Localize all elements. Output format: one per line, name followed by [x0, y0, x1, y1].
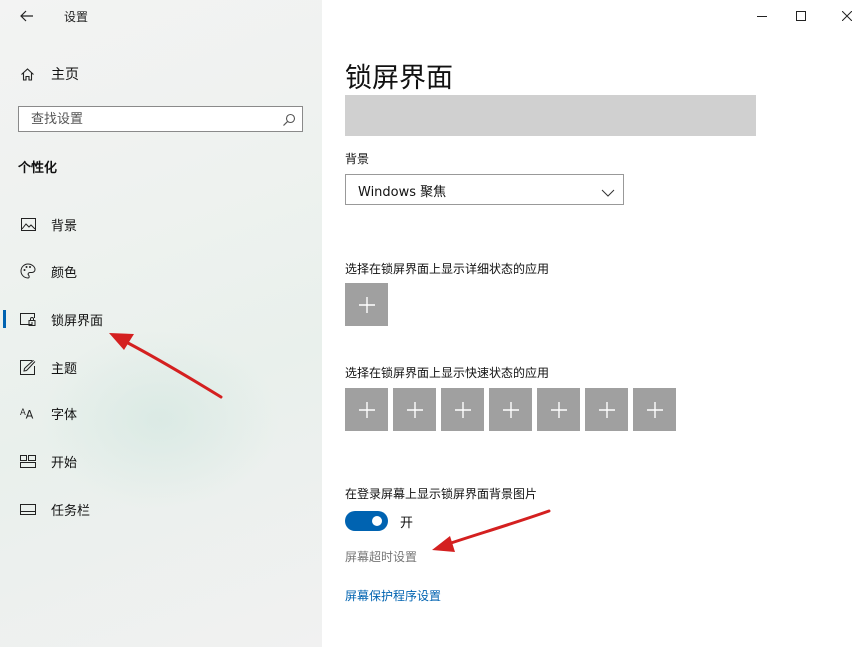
plus-icon — [646, 401, 663, 418]
theme-brush-icon — [20, 359, 36, 375]
selection-indicator — [3, 310, 6, 328]
plus-icon — [406, 401, 423, 418]
toggle-knob — [372, 516, 382, 526]
start-menu-icon — [20, 453, 36, 469]
svg-text:A: A — [26, 408, 34, 419]
background-dropdown[interactable]: Windows 聚焦 — [345, 174, 624, 205]
quick-status-app-button-5[interactable] — [537, 388, 580, 431]
sidebar-item-lock-screen[interactable]: 锁屏界面 — [0, 304, 322, 334]
minimize-icon — [757, 16, 767, 17]
sidebar-item-home[interactable]: 主页 — [18, 63, 79, 85]
signin-background-toggle[interactable] — [345, 511, 388, 531]
sidebar-item-background[interactable]: 背景 — [0, 209, 322, 239]
background-dropdown-value: Windows 聚焦 — [358, 185, 447, 200]
sidebar-item-label: 任务栏 — [51, 504, 91, 519]
signin-background-label: 在登录屏幕上显示锁屏界面背景图片 — [345, 487, 538, 501]
font-icon: A A — [20, 405, 36, 421]
detailed-status-app-button[interactable] — [345, 283, 388, 326]
sidebar-item-fonts[interactable]: A A 字体 — [0, 398, 322, 428]
screensaver-settings-link[interactable]: 屏幕保护程序设置 — [345, 587, 441, 604]
background-label: 背景 — [345, 152, 370, 166]
sidebar-item-label: 主题 — [51, 362, 78, 377]
arrow-left-icon — [20, 10, 33, 22]
annotation-arrow-main — [432, 509, 551, 552]
search-icon[interactable] — [282, 112, 296, 126]
plus-icon — [358, 401, 375, 418]
sidebar-item-label: 开始 — [51, 456, 78, 471]
sidebar-item-label: 锁屏界面 — [51, 314, 104, 329]
plus-icon — [358, 296, 375, 313]
quick-status-app-button-4[interactable] — [489, 388, 532, 431]
lock-screen-preview-image — [345, 95, 756, 136]
plus-icon — [550, 401, 567, 418]
palette-icon — [20, 263, 36, 279]
sidebar-item-label: 字体 — [51, 408, 78, 423]
quick-status-app-button-1[interactable] — [345, 388, 388, 431]
quick-status-app-button-7[interactable] — [633, 388, 676, 431]
detailed-status-label: 选择在锁屏界面上显示详细状态的应用 — [345, 262, 550, 276]
page-title: 锁屏界面 — [345, 63, 453, 94]
plus-icon — [502, 401, 519, 418]
quick-status-app-button-2[interactable] — [393, 388, 436, 431]
sidebar-item-label: 背景 — [51, 219, 78, 234]
quick-status-label: 选择在锁屏界面上显示快速状态的应用 — [345, 366, 550, 380]
close-button[interactable] — [837, 6, 857, 26]
sidebar: 设置 主页 个性化 背景 — [0, 0, 322, 647]
search-box[interactable] — [18, 106, 303, 132]
sidebar-item-themes[interactable]: 主题 — [0, 352, 322, 382]
toggle-state-label: 开 — [400, 516, 414, 531]
minimize-button[interactable] — [752, 6, 772, 26]
close-icon — [842, 11, 852, 21]
lock-screen-icon — [20, 311, 36, 327]
sidebar-item-colors[interactable]: 颜色 — [0, 256, 322, 286]
quick-status-app-button-6[interactable] — [585, 388, 628, 431]
search-input[interactable] — [19, 107, 281, 131]
sidebar-item-taskbar[interactable]: 任务栏 — [0, 494, 322, 524]
home-label: 主页 — [51, 67, 79, 83]
sidebar-item-label: 颜色 — [51, 266, 78, 281]
section-heading-personalization: 个性化 — [18, 161, 58, 176]
maximize-icon — [796, 11, 806, 21]
screen-timeout-link[interactable]: 屏幕超时设置 — [345, 548, 417, 565]
sidebar-item-start[interactable]: 开始 — [0, 446, 322, 476]
plus-icon — [454, 401, 471, 418]
taskbar-icon — [20, 501, 36, 517]
back-button[interactable] — [17, 6, 37, 26]
image-icon — [20, 216, 36, 232]
window-title: 设置 — [64, 10, 89, 24]
quick-status-app-button-3[interactable] — [441, 388, 484, 431]
maximize-button[interactable] — [791, 6, 811, 26]
chevron-down-icon — [601, 184, 615, 197]
home-icon — [18, 67, 36, 82]
plus-icon — [598, 401, 615, 418]
